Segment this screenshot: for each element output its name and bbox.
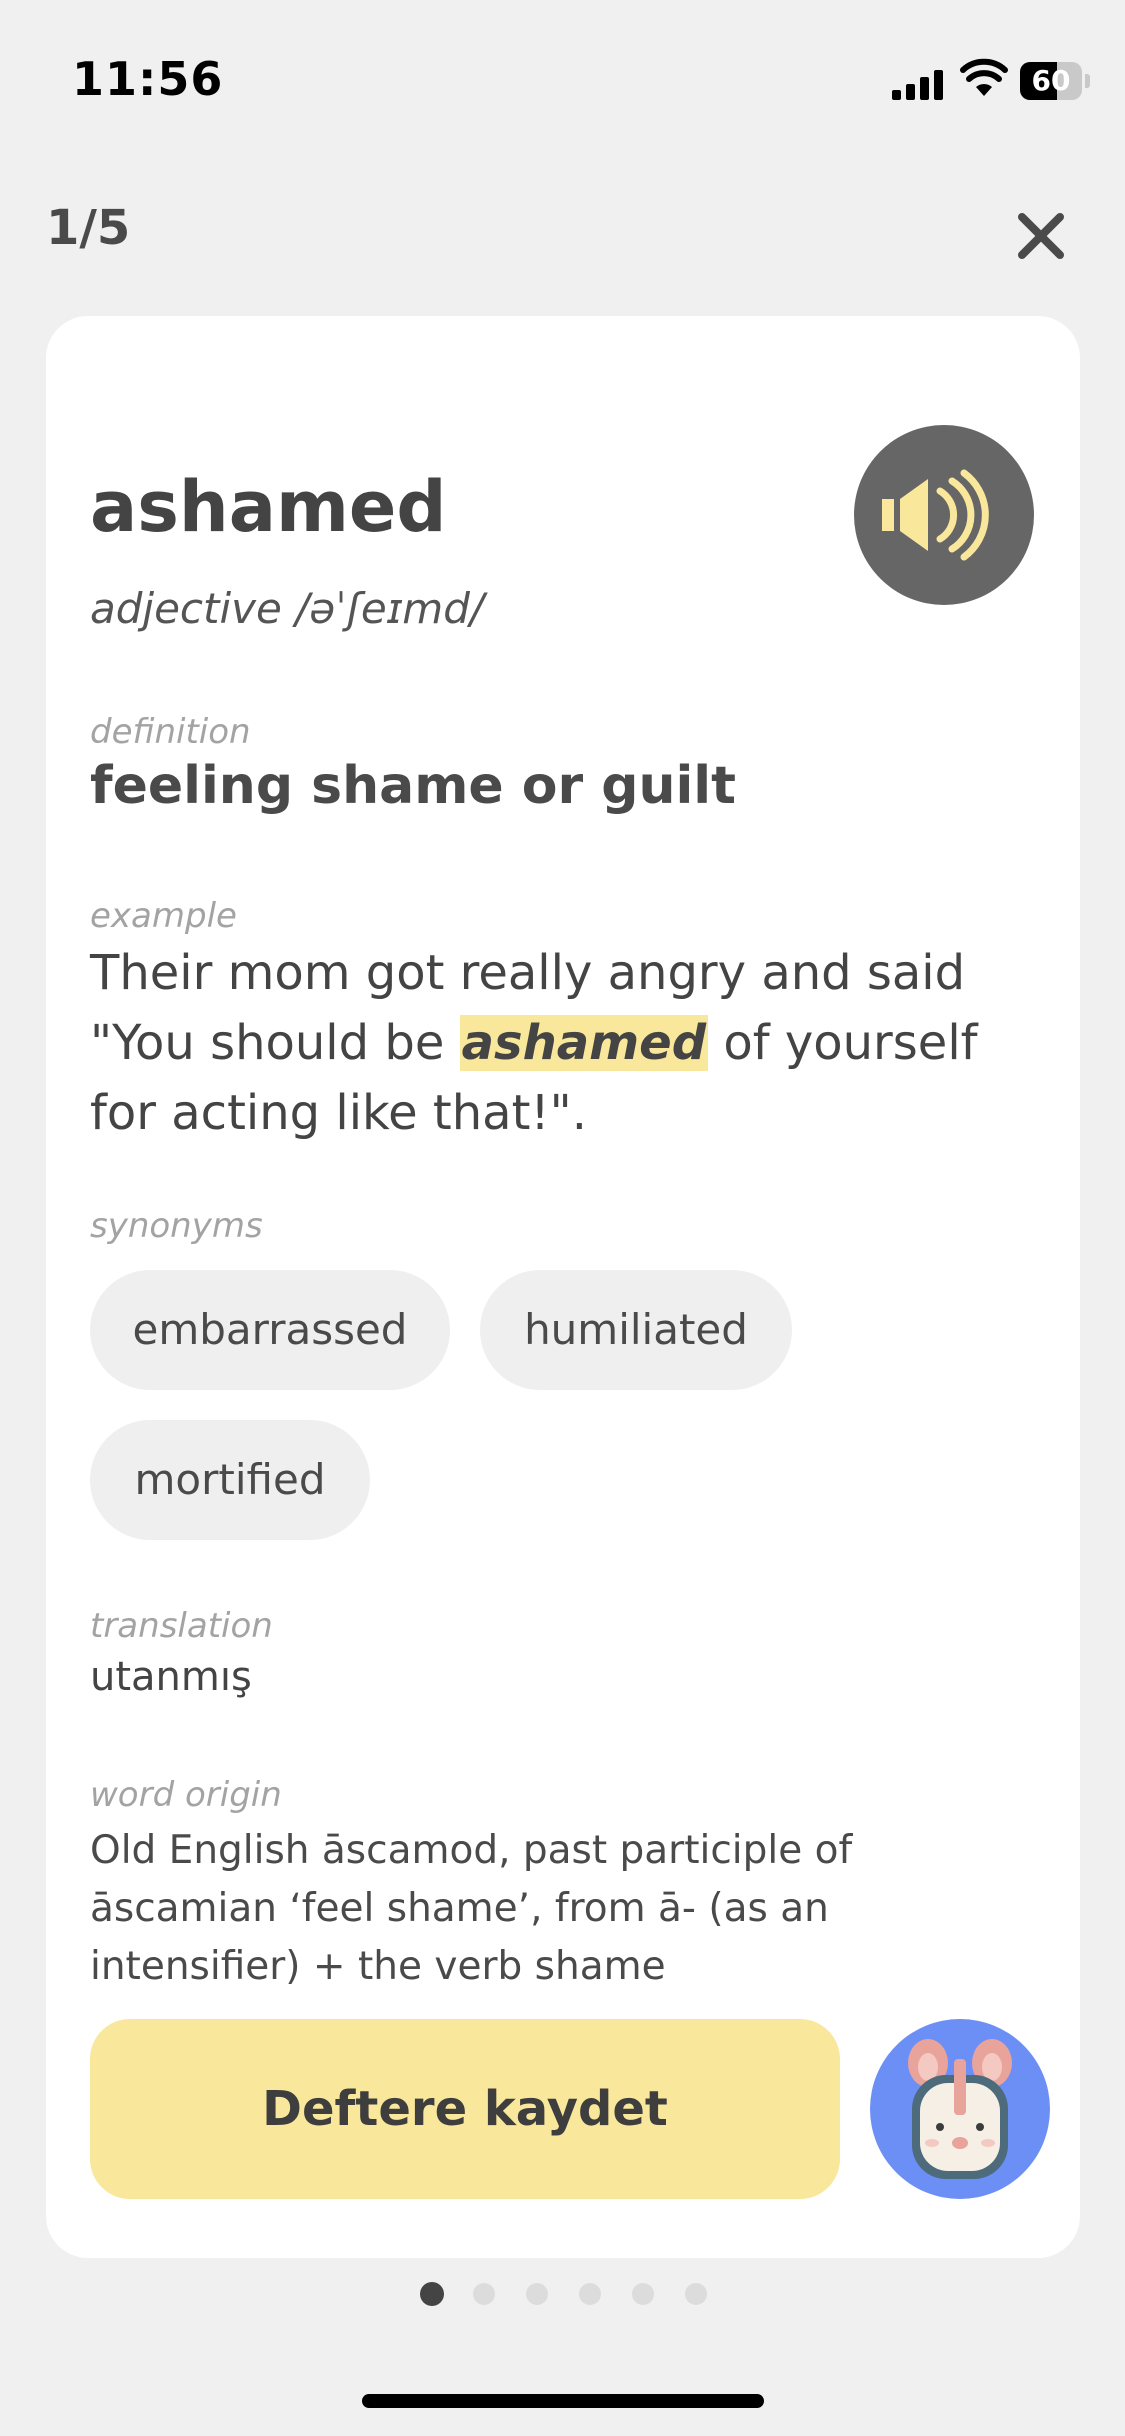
synonym-chip[interactable]: humiliated	[480, 1270, 792, 1390]
wifi-icon	[960, 58, 1008, 96]
synonym-chip[interactable]: mortified	[90, 1420, 370, 1540]
word-origin-label: word origin	[90, 1775, 282, 1815]
bunny-mascot-icon	[908, 2039, 1012, 2179]
battery-icon: 60	[1020, 62, 1082, 100]
pagination-dot[interactable]	[632, 2283, 654, 2305]
pagination-dot[interactable]	[685, 2283, 707, 2305]
word-card: ashamed adjective /əˈʃeɪmd/ definition f…	[46, 316, 1080, 2258]
close-icon[interactable]	[1010, 205, 1072, 267]
translation-text: utanmış	[90, 1654, 252, 1700]
example-label: example	[90, 896, 237, 936]
pagination-dot[interactable]	[526, 2283, 548, 2305]
example-sentence: Their mom got really angry and said "You…	[90, 938, 1040, 1148]
play-audio-button[interactable]	[854, 425, 1034, 605]
status-bar: 11:56 60	[0, 0, 1125, 160]
translation-label: translation	[90, 1606, 273, 1646]
synonym-chip[interactable]: embarrassed	[90, 1270, 450, 1390]
synonyms-label: synonyms	[90, 1206, 263, 1246]
pronunciation: /əˈʃeɪmd/	[295, 584, 485, 633]
progress-counter: 1/5	[46, 200, 131, 256]
definition-label: definition	[90, 712, 251, 752]
home-indicator	[362, 2394, 764, 2408]
pagination-dot[interactable]	[579, 2283, 601, 2305]
mascot-button[interactable]	[870, 2019, 1050, 2199]
cellular-signal-icon	[892, 70, 944, 100]
pos-pronunciation: adjective /əˈʃeɪmd/	[90, 584, 484, 633]
part-of-speech: adjective	[90, 584, 282, 633]
word-title: ashamed	[90, 466, 447, 548]
speaker-icon	[882, 469, 989, 561]
pagination-dot[interactable]	[420, 2282, 444, 2306]
example-highlighted-word: ashamed	[459, 1015, 709, 1071]
save-to-notebook-button[interactable]: Deftere kaydet	[90, 2019, 840, 2199]
word-origin-text: Old English āscamod, past participle of …	[90, 1828, 853, 1989]
definition-text: feeling shame or guilt	[90, 756, 736, 816]
pagination-dot[interactable]	[473, 2283, 495, 2305]
battery-percent: 60	[1031, 64, 1071, 97]
battery-tip	[1085, 74, 1090, 88]
status-time: 11:56	[72, 52, 224, 106]
